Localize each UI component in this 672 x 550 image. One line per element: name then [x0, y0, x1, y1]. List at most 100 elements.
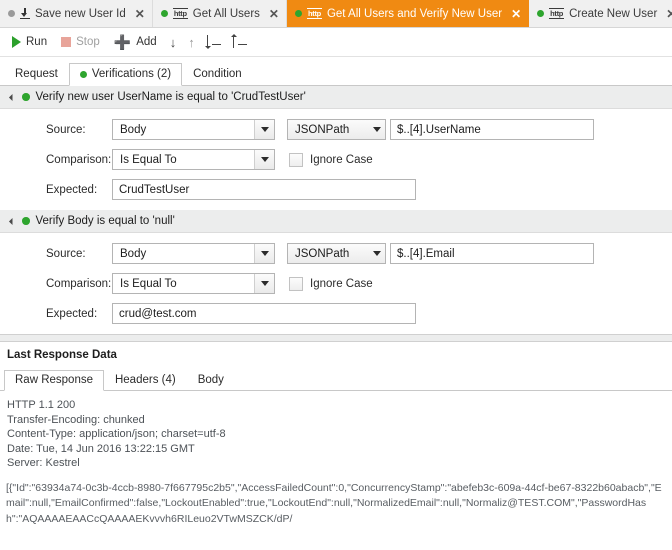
source-value: Body	[120, 248, 146, 260]
play-icon	[12, 36, 21, 48]
move-up-button[interactable]: ↑	[182, 36, 201, 49]
insert-below-button[interactable]	[201, 35, 227, 50]
raw-response-body: [{"Id":"63934a74-0c3b-4ccb-8980-7f667795…	[0, 481, 672, 528]
expected-value: crud@test.com	[119, 308, 197, 320]
verification-status-indicator	[22, 217, 30, 225]
chevron-down-icon[interactable]	[369, 120, 385, 139]
tab-label: Headers (4)	[115, 374, 176, 386]
tab-condition[interactable]: Condition	[182, 63, 253, 86]
insert-below-icon	[207, 35, 221, 48]
document-tab-get-all-users-and-verify-new-user[interactable]: http Get All Users and Verify New User ✕	[287, 0, 529, 27]
document-tab-strip[interactable]: Save new User Id ✕ http Get All Users ✕ …	[0, 0, 672, 28]
tab-label: Raw Response	[15, 374, 93, 386]
run-button[interactable]: Run	[5, 31, 54, 53]
source-select[interactable]: Body	[112, 243, 275, 264]
comparison-select[interactable]: Is Equal To	[112, 149, 275, 170]
ignore-case-group[interactable]: Ignore Case	[289, 277, 373, 291]
plus-icon: ➕	[114, 35, 131, 49]
verification-body-2: Source: Body JSONPath $..[4].Email Compa…	[0, 233, 672, 334]
ignore-case-label: Ignore Case	[310, 278, 373, 290]
close-icon[interactable]: ✕	[666, 8, 672, 20]
tab-body[interactable]: Body	[187, 370, 235, 391]
document-tab-get-all-users[interactable]: http Get All Users ✕	[153, 0, 287, 27]
verification-header-1[interactable]: Verify new user UserName is equal to 'Cr…	[0, 86, 672, 109]
document-tab-label: Get All Users	[193, 8, 260, 20]
document-tab-create-new-user[interactable]: http Create New User ✕	[529, 0, 672, 27]
response-tabs: Raw Response Headers (4) Body	[0, 366, 672, 391]
arrow-up-icon: ↑	[188, 35, 195, 50]
last-response-title: Last Response Data	[0, 342, 672, 366]
tab-status-indicator	[295, 10, 302, 17]
comparison-label: Comparison:	[46, 154, 112, 166]
source-select[interactable]: Body	[112, 119, 275, 140]
chevron-down-icon[interactable]	[254, 274, 274, 293]
action-toolbar: Run Stop ➕ Add ↓ ↑	[0, 28, 672, 57]
arrow-down-icon: ↓	[170, 35, 177, 50]
panel-splitter[interactable]	[0, 334, 672, 342]
jsonpath-value: $..[4].Email	[397, 248, 455, 260]
jsonpath-input[interactable]: $..[4].UserName	[390, 119, 594, 140]
insert-above-button[interactable]	[227, 35, 253, 50]
tab-label: Body	[198, 374, 224, 386]
comparison-value: Is Equal To	[120, 154, 177, 166]
tab-headers[interactable]: Headers (4)	[104, 370, 187, 391]
raw-response-headers: HTTP 1.1 200 Transfer-Encoding: chunked …	[0, 391, 672, 471]
ignore-case-checkbox[interactable]	[289, 153, 303, 167]
verification-status-indicator	[22, 93, 30, 101]
chevron-down-icon[interactable]	[254, 120, 274, 139]
source-label: Source:	[46, 124, 112, 136]
tab-raw-response[interactable]: Raw Response	[4, 370, 104, 391]
raw-response-spacer	[0, 471, 672, 481]
ignore-case-group[interactable]: Ignore Case	[289, 153, 373, 167]
tab-status-indicator	[80, 71, 87, 78]
verification-title: Verify new user UserName is equal to 'Cr…	[36, 91, 306, 103]
download-icon	[20, 8, 30, 19]
http-icon: http	[173, 8, 188, 19]
verifications-panel: Verify new user UserName is equal to 'Cr…	[0, 86, 672, 334]
document-tab-save-new-user-id[interactable]: Save new User Id ✕	[0, 0, 153, 27]
verification-title: Verify Body is equal to 'null'	[36, 215, 175, 227]
jsonpath-value: $..[4].UserName	[397, 124, 481, 136]
tab-status-indicator	[8, 10, 15, 17]
source-row: Source: Body JSONPath $..[4].UserName	[0, 119, 672, 140]
chevron-down-icon[interactable]	[254, 150, 274, 169]
expected-label: Expected:	[46, 308, 112, 320]
path-type-value: JSONPath	[295, 248, 349, 260]
verification-body-1: Source: Body JSONPath $..[4].UserName Co…	[0, 109, 672, 210]
jsonpath-input[interactable]: $..[4].Email	[390, 243, 594, 264]
path-type-select[interactable]: JSONPath	[287, 243, 386, 264]
insert-above-icon	[233, 35, 247, 48]
ignore-case-checkbox[interactable]	[289, 277, 303, 291]
comparison-select[interactable]: Is Equal To	[112, 273, 275, 294]
move-down-button[interactable]: ↓	[164, 36, 183, 49]
tab-status-indicator	[537, 10, 544, 17]
comparison-row: Comparison: Is Equal To Ignore Case	[0, 149, 672, 170]
stop-button[interactable]: Stop	[54, 31, 107, 53]
chevron-down-icon[interactable]	[369, 244, 385, 263]
ignore-case-label: Ignore Case	[310, 154, 373, 166]
verification-header-2[interactable]: Verify Body is equal to 'null'	[0, 210, 672, 233]
chevron-down-icon[interactable]	[254, 244, 274, 263]
tab-label: Verifications (2)	[92, 68, 171, 80]
tab-label: Condition	[193, 68, 242, 80]
expected-row: Expected: CrudTestUser	[0, 179, 672, 200]
stop-label: Stop	[76, 36, 100, 48]
add-button[interactable]: ➕ Add	[107, 31, 164, 53]
expected-label: Expected:	[46, 184, 112, 196]
path-type-select[interactable]: JSONPath	[287, 119, 386, 140]
tab-verifications[interactable]: Verifications (2)	[69, 63, 182, 86]
expected-input[interactable]: CrudTestUser	[112, 179, 416, 200]
source-label: Source:	[46, 248, 112, 260]
chevron-down-icon[interactable]	[9, 93, 16, 100]
document-tab-label: Get All Users and Verify New User	[327, 8, 502, 20]
path-type-value: JSONPath	[295, 124, 349, 136]
tab-request[interactable]: Request	[4, 63, 69, 86]
comparison-value: Is Equal To	[120, 278, 177, 290]
chevron-down-icon[interactable]	[9, 217, 16, 224]
close-icon[interactable]: ✕	[511, 8, 521, 20]
close-icon[interactable]: ✕	[269, 8, 279, 20]
expected-input[interactable]: crud@test.com	[112, 303, 416, 324]
close-icon[interactable]: ✕	[135, 8, 145, 20]
add-label: Add	[136, 36, 156, 48]
expected-row: Expected: crud@test.com	[0, 303, 672, 324]
